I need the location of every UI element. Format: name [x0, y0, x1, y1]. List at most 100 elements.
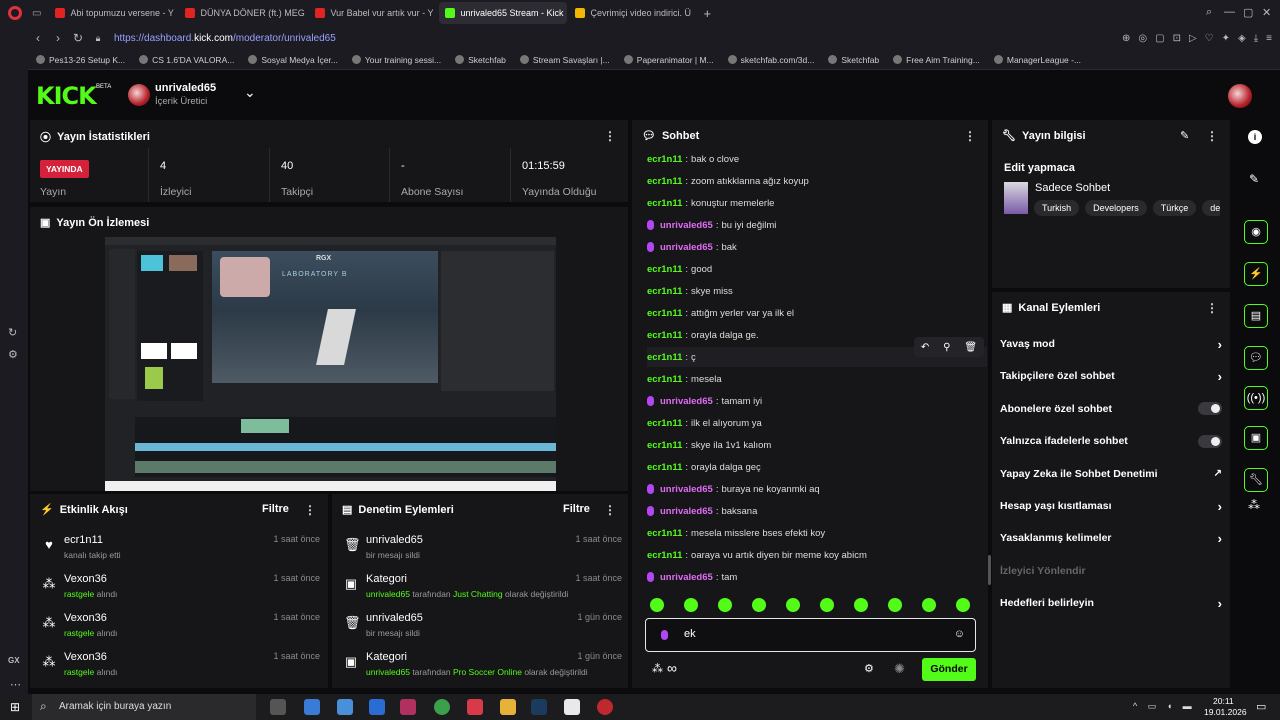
tools-widget-icon[interactable]: 🔧︎: [1244, 468, 1268, 492]
chevron-right-icon[interactable]: ›: [1218, 337, 1222, 352]
camera-widget-icon[interactable]: ◉: [1244, 220, 1268, 244]
emote-icon[interactable]: [888, 598, 902, 612]
chat-message[interactable]: ecr1n11: skye ila 1v1 kalıom: [647, 435, 771, 455]
layout-widget-icon[interactable]: ▣: [1244, 426, 1268, 450]
stream-info-menu-icon[interactable]: ⋮: [1206, 129, 1218, 143]
kick-logo[interactable]: KICK: [36, 82, 97, 110]
send-button[interactable]: Gönder: [922, 658, 976, 681]
browser-tab[interactable]: Vur Babel vur artık vur - Y: [309, 2, 437, 24]
activity-user[interactable]: Vexon36: [64, 612, 107, 624]
steam-icon[interactable]: [531, 699, 547, 715]
chat-username[interactable]: ecr1n11: [647, 286, 682, 297]
chat-username[interactable]: ecr1n11: [647, 462, 682, 473]
reload-icon[interactable]: ↻: [68, 31, 88, 45]
close-window-icon[interactable]: ✕: [1262, 6, 1271, 19]
chat-message[interactable]: unrivaled65: tamam iyi: [647, 391, 762, 411]
opera-gx-icon[interactable]: [597, 699, 613, 715]
channel-action-row[interactable]: Yavaş mod ›: [1000, 332, 1222, 356]
category-name[interactable]: Sadece Sohbet: [1035, 182, 1110, 194]
chat-username[interactable]: ecr1n11: [647, 352, 682, 363]
chat-settings-icon[interactable]: ⚙: [864, 662, 874, 675]
stream-preview-video[interactable]: RGX LABORATORY B: [105, 237, 556, 491]
system-tray-icons[interactable]: ^ ▭ ◖ ▬: [1133, 701, 1196, 712]
chat-message[interactable]: ecr1n11: mesela misslere bses efekti koy: [647, 523, 825, 543]
chat-message[interactable]: unrivaled65: bak: [647, 237, 737, 257]
emote-icon[interactable]: [650, 598, 664, 612]
emote-icon[interactable]: [922, 598, 936, 612]
bookmark-item[interactable]: sketchfab.com/3d...: [727, 55, 814, 65]
chat-message[interactable]: ecr1n11: bak o clove: [647, 149, 739, 169]
new-tab-button[interactable]: +: [703, 6, 711, 21]
emote-icon[interactable]: [820, 598, 834, 612]
extensions-puzzle-icon[interactable]: ✦: [1222, 33, 1230, 44]
chat-message[interactable]: unrivaled65: baksana: [647, 501, 757, 521]
browser-tab[interactable]: Çevrimiçi video indirici. Ü: [569, 2, 697, 24]
lightning-widget-icon[interactable]: ⚡: [1244, 262, 1268, 286]
bookmark-item[interactable]: ManagerLeague -...: [993, 55, 1081, 65]
bookmark-item[interactable]: Pes13-26 Setup K...: [36, 55, 125, 65]
more-icon[interactable]: ⋯: [10, 678, 21, 691]
activity-user[interactable]: Vexon36: [64, 573, 107, 585]
activity-user[interactable]: Vexon36: [64, 651, 107, 663]
play-icon[interactable]: ▷: [1189, 33, 1197, 44]
delete-icon[interactable]: 🗑︎: [964, 342, 977, 353]
edit-icon[interactable]: ✎: [1180, 129, 1189, 142]
chevron-right-icon[interactable]: ›: [1218, 596, 1222, 611]
store-icon[interactable]: [337, 699, 353, 715]
moderation-item[interactable]: ▣ Kategori unrivaled65 tarafından Just Cha…: [340, 571, 622, 611]
moderation-filter-button[interactable]: Filtre: [563, 503, 590, 515]
file-explorer-icon[interactable]: [500, 699, 516, 715]
bookmark-item[interactable]: Your training sessi...: [351, 55, 441, 65]
settings-icon[interactable]: ≡: [1266, 33, 1272, 44]
activity-menu-icon[interactable]: ⋮: [304, 503, 316, 517]
task-view-icon[interactable]: [270, 699, 286, 715]
browser-tab[interactable]: DÜNYA DÖNER (ft.) MEG: [179, 2, 307, 24]
channel-action-row[interactable]: Takipçilere özel sohbet ›: [1000, 364, 1222, 388]
chat-username[interactable]: ecr1n11: [647, 198, 682, 209]
emote-icon[interactable]: [752, 598, 766, 612]
stats-menu-icon[interactable]: ⋮: [604, 129, 616, 143]
bookmark-item[interactable]: Sketchfab: [455, 55, 506, 65]
chat-username[interactable]: ecr1n11: [647, 374, 682, 385]
emoji-picker-icon[interactable]: ☺: [954, 628, 965, 640]
pin-icon[interactable]: ⚲: [943, 342, 950, 353]
camera-icon[interactable]: ◎: [1138, 33, 1147, 44]
forward-icon[interactable]: ›: [48, 31, 68, 45]
notes-widget-icon[interactable]: ▤: [1244, 304, 1268, 328]
activity-item[interactable]: ⁂ Vexon36 rastgele alındı 1 saat önce: [38, 610, 321, 650]
user-avatar[interactable]: [1228, 84, 1252, 108]
chat-username[interactable]: ecr1n11: [647, 264, 682, 275]
activity-item[interactable]: ♥ ecr1n11 kanalı takip etti 1 saat önce: [38, 532, 320, 572]
chat-input-box[interactable]: ek ☺: [645, 618, 976, 652]
chat-username[interactable]: ecr1n11: [647, 418, 682, 429]
chat-message[interactable]: ecr1n11: attığm yerler var ya ilk el: [647, 303, 794, 323]
browser-tab[interactable]: unrivaled65 Stream - Kick: [439, 2, 568, 24]
channel-action-row[interactable]: Yalnızca ifadelerle sohbet: [1000, 429, 1222, 453]
chat-username[interactable]: unrivaled65: [660, 484, 713, 495]
emote-icon[interactable]: [786, 598, 800, 612]
chat-username[interactable]: ecr1n11: [647, 176, 682, 187]
chat-scrollbar[interactable]: [988, 555, 991, 585]
chat-menu-icon[interactable]: ⋮: [964, 129, 976, 143]
emote-icon[interactable]: [854, 598, 868, 612]
history-icon[interactable]: ↻: [8, 326, 17, 339]
stream-tag[interactable]: Turkish: [1034, 200, 1080, 216]
chat-message[interactable]: ecr1n11: orayla dalga geç: [647, 457, 761, 477]
tab-overview-icon[interactable]: ▭: [32, 8, 41, 19]
chat-username[interactable]: unrivaled65: [660, 572, 713, 583]
channel-action-row[interactable]: Yapay Zeka ile Sohbet Denetimi ↗: [1000, 462, 1222, 486]
chat-username[interactable]: unrivaled65: [660, 220, 713, 231]
channel-actions-menu-icon[interactable]: ⋮: [1206, 301, 1218, 315]
emote-icon[interactable]: [684, 598, 698, 612]
capcut-icon[interactable]: [564, 699, 580, 715]
chat-username[interactable]: ecr1n11: [647, 308, 682, 319]
chat-username[interactable]: ecr1n11: [647, 528, 682, 539]
activity-item[interactable]: ⁂ Vexon36 rastgele alındı 1 saat önce: [38, 649, 321, 689]
copilot-icon[interactable]: [304, 699, 320, 715]
heart-icon[interactable]: ♡: [1205, 33, 1214, 44]
bookmark-item[interactable]: Free Aim Training...: [893, 55, 980, 65]
bookmark-item[interactable]: Sketchfab: [828, 55, 879, 65]
mail-icon[interactable]: [369, 699, 385, 715]
chat-username[interactable]: unrivaled65: [660, 396, 713, 407]
browser-tab[interactable]: Abi topumuzu versene - Y: [49, 2, 177, 24]
